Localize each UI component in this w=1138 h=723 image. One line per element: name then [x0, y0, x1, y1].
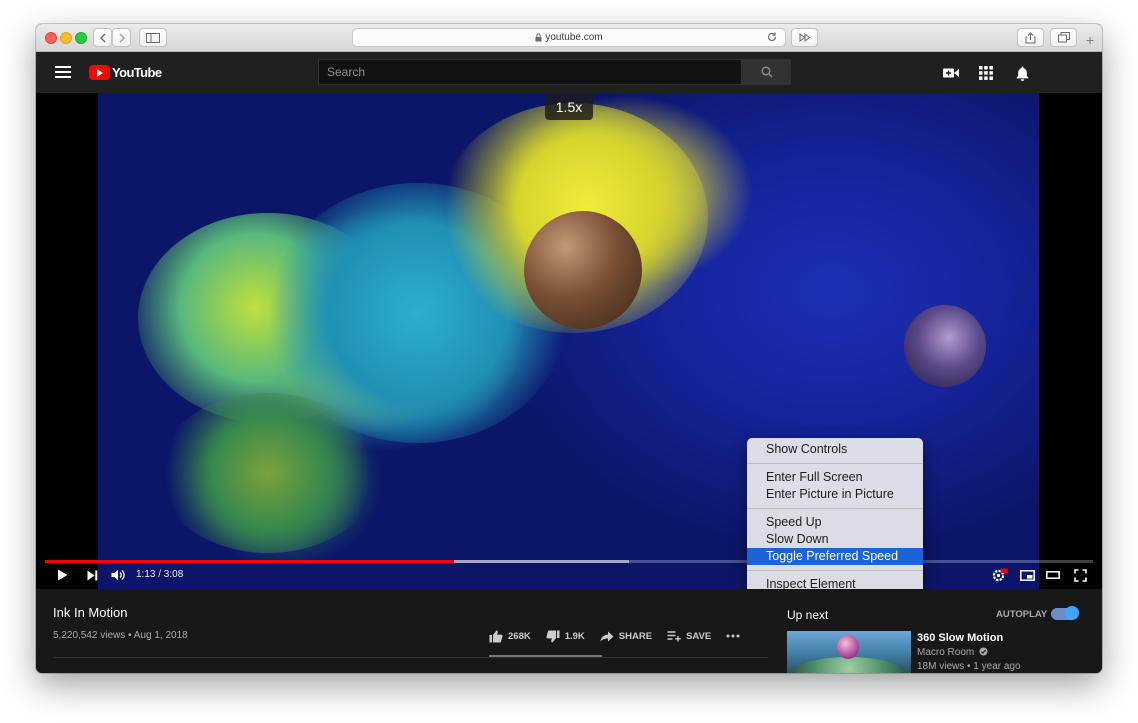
save-button[interactable]: SAVE: [667, 631, 711, 642]
zoom-window-button[interactable]: [75, 32, 87, 44]
share-icon: [1025, 31, 1036, 43]
thumbnail-sphere: [837, 635, 859, 659]
share-button[interactable]: [1017, 28, 1044, 47]
sidebar-icon: [146, 32, 160, 43]
close-window-button[interactable]: [45, 32, 57, 44]
chocolate-sphere-large: [524, 211, 642, 329]
sidebar-toggle-button[interactable]: [139, 28, 167, 47]
theater-mode-button[interactable]: [1044, 566, 1062, 584]
autoplay-label: AUTOPLAY: [996, 609, 1048, 620]
miniplayer-button[interactable]: [1018, 566, 1036, 584]
ink-cloud-lower: [158, 393, 378, 553]
progress-bar[interactable]: [45, 560, 1093, 563]
reader-skip-button[interactable]: [791, 28, 818, 47]
share-video-button[interactable]: SHARE: [600, 631, 652, 642]
volume-icon: [111, 569, 125, 581]
search-placeholder: Search: [327, 65, 366, 79]
video-context-menu: Show Controls Enter Full Screen Enter Pi…: [747, 438, 923, 589]
reload-icon[interactable]: [766, 31, 778, 43]
time-display: 1:13 / 3:08: [136, 569, 184, 580]
fullscreen-button[interactable]: [1071, 566, 1089, 584]
lock-icon: [535, 33, 542, 42]
video-meta: 5,220,542 views • Aug 1, 2018: [53, 630, 188, 641]
menu-separator: [747, 463, 923, 464]
youtube-logo[interactable]: YouTube: [89, 65, 162, 80]
browser-toolbar: youtube.com +: [36, 24, 1102, 52]
youtube-play-logo-icon: [89, 65, 110, 80]
menu-item-slow-down[interactable]: Slow Down: [747, 531, 923, 548]
menu-icon[interactable]: [55, 66, 71, 78]
url-text: youtube.com: [545, 32, 603, 43]
search-input[interactable]: Search: [318, 59, 742, 85]
chocolate-sphere-small: [904, 305, 986, 387]
menu-item-inspect-element[interactable]: Inspect Element: [747, 576, 923, 589]
browser-window: youtube.com + YouTube Search 1.5x 1:13 /…: [36, 24, 1102, 673]
fullscreen-icon: [1073, 568, 1087, 582]
recommendation-channel-name: Macro Room: [917, 647, 975, 658]
theater-mode-icon: [1046, 571, 1060, 579]
forward-button[interactable]: [112, 28, 131, 47]
thumbnail-platter: [795, 657, 903, 673]
up-next-heading: Up next: [787, 608, 829, 622]
recommendation-channel[interactable]: Macro Room: [917, 647, 988, 658]
menu-separator: [747, 508, 923, 509]
miniplayer-icon: [1019, 569, 1035, 581]
dislike-button[interactable]: 1.9K: [546, 630, 585, 643]
info-divider: [53, 657, 768, 658]
new-tab-plus-icon[interactable]: +: [1086, 33, 1094, 47]
dislike-count: 1.9K: [564, 630, 585, 642]
menu-item-show-controls[interactable]: Show Controls: [747, 441, 923, 458]
volume-button[interactable]: [109, 566, 127, 584]
back-button[interactable]: [93, 28, 112, 47]
fast-forward-icon: [799, 33, 810, 42]
notifications-bell-icon[interactable]: [1013, 64, 1031, 82]
menu-separator: [747, 570, 923, 571]
thumbs-up-icon: [489, 630, 503, 642]
youtube-header: YouTube Search: [36, 52, 1102, 93]
progress-played: [45, 560, 454, 563]
menu-item-enter-full-screen[interactable]: Enter Full Screen: [747, 469, 923, 486]
save-label: SAVE: [686, 630, 712, 642]
tabs-overview-button[interactable]: [1050, 28, 1077, 47]
more-actions-button[interactable]: [726, 634, 745, 638]
create-video-icon[interactable]: [942, 64, 960, 82]
minimize-window-button[interactable]: [60, 32, 72, 44]
chevron-left-icon: [99, 33, 105, 42]
video-info-area: Ink In Motion 5,220,542 views • Aug 1, 2…: [36, 589, 1102, 673]
chevron-right-icon: [119, 33, 125, 42]
menu-item-enter-picture-in-picture[interactable]: Enter Picture in Picture: [747, 486, 923, 503]
autoplay-toggle[interactable]: [1051, 606, 1079, 620]
search-button[interactable]: [742, 59, 791, 85]
more-horizontal-icon: [726, 634, 740, 638]
recommendation-thumbnail[interactable]: [787, 631, 911, 673]
logo-text: YouTube: [112, 65, 162, 80]
recommendation-meta: 18M views • 1 year ago: [917, 661, 1021, 672]
play-icon: [57, 569, 67, 581]
address-bar[interactable]: youtube.com: [352, 28, 786, 47]
like-button[interactable]: 268K: [489, 630, 531, 643]
apps-grid-icon[interactable]: [977, 64, 995, 82]
share-arrow-icon: [600, 631, 614, 641]
skip-next-icon: [87, 570, 97, 580]
like-count: 268K: [508, 630, 531, 642]
play-button[interactable]: [53, 566, 71, 584]
tabs-icon: [1057, 32, 1070, 43]
search-icon: [760, 66, 773, 78]
video-player[interactable]: 1.5x 1:13 / 3:08 Show Controls Enter Ful…: [36, 93, 1102, 589]
next-button[interactable]: [83, 566, 101, 584]
menu-item-speed-up[interactable]: Speed Up: [747, 514, 923, 531]
verified-check-icon: [979, 647, 988, 656]
menu-item-toggle-preferred-speed[interactable]: Toggle Preferred Speed: [747, 548, 923, 565]
video-actions: 268K 1.9K SHARE SAVE: [489, 626, 760, 646]
share-label: SHARE: [618, 630, 653, 642]
recommendation-title[interactable]: 360 Slow Motion: [917, 632, 1003, 644]
settings-button[interactable]: [991, 566, 1009, 584]
playlist-add-icon: [667, 630, 681, 641]
video-title: Ink In Motion: [53, 605, 128, 620]
playback-speed-indicator: 1.5x: [545, 93, 593, 120]
gear-hd-icon: [992, 568, 1008, 582]
thumbs-down-icon: [546, 630, 560, 642]
